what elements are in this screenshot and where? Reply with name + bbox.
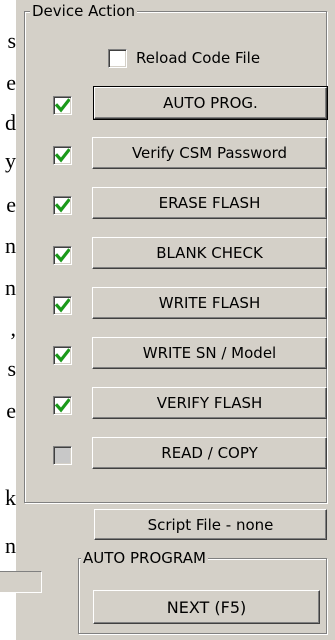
green-check-icon bbox=[55, 198, 70, 213]
write-flash-button[interactable]: WRITE FLASH bbox=[92, 287, 327, 319]
doc-char: e bbox=[6, 398, 16, 423]
blank-check-button[interactable]: BLANK CHECK bbox=[92, 237, 327, 269]
doc-char: y bbox=[5, 148, 16, 173]
verify-csm-password-checkbox[interactable] bbox=[53, 146, 72, 165]
verify-csm-password-label: Verify CSM Password bbox=[131, 144, 288, 162]
read-copy-button[interactable]: READ / COPY bbox=[92, 437, 327, 469]
auto-prog-label: AUTO PROG. bbox=[163, 94, 258, 112]
green-check-icon bbox=[55, 248, 70, 263]
doc-char: k bbox=[5, 485, 16, 510]
script-file-label: Script File - none bbox=[147, 515, 274, 534]
doc-char: e bbox=[6, 70, 16, 95]
doc-char: n bbox=[5, 275, 16, 300]
next-button-label: NEXT (F5) bbox=[166, 597, 247, 617]
read-copy-label: READ / COPY bbox=[161, 444, 258, 462]
next-button[interactable]: NEXT (F5) bbox=[93, 590, 320, 624]
write-flash-label: WRITE FLASH bbox=[158, 294, 261, 312]
erase-flash-label: ERASE FLASH bbox=[158, 194, 261, 212]
green-check-icon bbox=[55, 98, 70, 113]
write-flash-checkbox[interactable] bbox=[53, 296, 72, 315]
write-sn-model-label: WRITE SN / Model bbox=[142, 344, 277, 362]
green-check-icon bbox=[55, 398, 70, 413]
verify-flash-label: VERIFY FLASH bbox=[156, 394, 263, 412]
green-check-icon bbox=[55, 148, 70, 163]
verify-flash-checkbox[interactable] bbox=[53, 396, 72, 415]
doc-char: n bbox=[5, 533, 16, 558]
doc-char: e bbox=[6, 192, 16, 217]
write-sn-model-checkbox[interactable] bbox=[53, 346, 72, 365]
erase-flash-checkbox[interactable] bbox=[53, 196, 72, 215]
auto-prog-checkbox[interactable] bbox=[53, 96, 72, 115]
doc-char: , bbox=[10, 316, 17, 341]
doc-char: s bbox=[7, 356, 16, 381]
verify-flash-button[interactable]: VERIFY FLASH bbox=[92, 387, 327, 419]
doc-char: d bbox=[5, 110, 16, 135]
write-sn-model-button[interactable]: WRITE SN / Model bbox=[92, 337, 327, 369]
reload-code-file-label[interactable]: Reload Code File bbox=[136, 48, 260, 68]
auto-program-title: AUTO PROGRAM bbox=[81, 548, 208, 568]
erase-flash-button[interactable]: ERASE FLASH bbox=[92, 187, 327, 219]
auto-prog-button[interactable]: AUTO PROG. bbox=[93, 86, 328, 120]
document-text-strip: s e d y e n n , s e k n bbox=[0, 0, 16, 640]
partial-input-field[interactable] bbox=[0, 571, 42, 593]
read-copy-checkbox[interactable] bbox=[53, 446, 72, 465]
reload-code-file-checkbox[interactable] bbox=[108, 49, 127, 68]
blank-check-label: BLANK CHECK bbox=[156, 244, 263, 262]
script-file-button[interactable]: Script File - none bbox=[94, 509, 327, 540]
green-check-icon bbox=[55, 298, 70, 313]
doc-char: n bbox=[5, 233, 16, 258]
green-check-icon bbox=[55, 348, 70, 363]
verify-csm-password-button[interactable]: Verify CSM Password bbox=[92, 137, 327, 169]
device-action-title: Device Action bbox=[30, 1, 138, 21]
doc-char: s bbox=[7, 28, 16, 53]
blank-check-checkbox[interactable] bbox=[53, 246, 72, 265]
